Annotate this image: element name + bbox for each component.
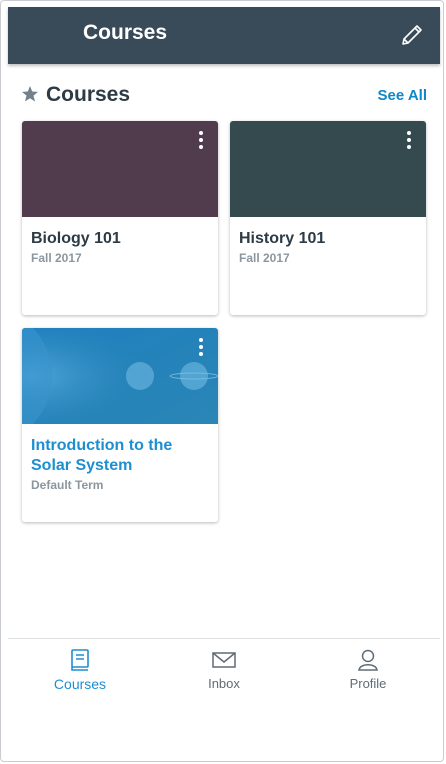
course-name: History 101: [239, 230, 326, 247]
course-card-biology[interactable]: Biology 101 Fall 2017: [22, 121, 218, 315]
course-banner-image: [22, 328, 218, 434]
page-title: Courses: [83, 21, 168, 44]
tab-label: Profile: [349, 676, 387, 691]
tab-label: Inbox: [208, 676, 240, 691]
tab-inbox[interactable]: Inbox: [152, 639, 296, 701]
courses-section-header: Courses See All: [21, 83, 427, 113]
see-all-link[interactable]: See All: [378, 87, 427, 104]
tab-courses[interactable]: Courses: [8, 639, 152, 701]
user-icon: [358, 649, 378, 671]
more-options-icon[interactable]: [400, 129, 418, 151]
more-options-icon[interactable]: [192, 336, 210, 358]
course-card-solar-system[interactable]: Introduction to the Solar System Default…: [22, 328, 218, 522]
envelope-icon: [212, 652, 236, 668]
more-options-icon[interactable]: [192, 129, 210, 151]
course-banner: [22, 121, 218, 217]
top-bar: Courses: [8, 7, 440, 64]
star-icon: [22, 86, 38, 102]
pencil-icon[interactable]: [400, 21, 426, 47]
course-term: Default Term: [31, 478, 104, 492]
course-name: Biology 101: [31, 230, 121, 247]
course-banner: [230, 121, 426, 217]
tab-profile[interactable]: Profile: [296, 639, 440, 701]
tab-label: Courses: [53, 676, 107, 692]
bottom-tab-bar: Courses Inbox Profile: [8, 638, 440, 701]
course-name: Introduction to the Solar System: [31, 437, 173, 474]
course-term: Fall 2017: [31, 251, 82, 265]
section-title: Courses: [46, 83, 131, 106]
course-term: Fall 2017: [239, 251, 290, 265]
device-frame: Courses Courses See All Biology 101 Fall…: [0, 0, 444, 762]
course-card-history[interactable]: History 101 Fall 2017: [230, 121, 426, 315]
book-icon: [71, 649, 89, 671]
app-screen: Courses Courses See All Biology 101 Fall…: [8, 7, 440, 757]
